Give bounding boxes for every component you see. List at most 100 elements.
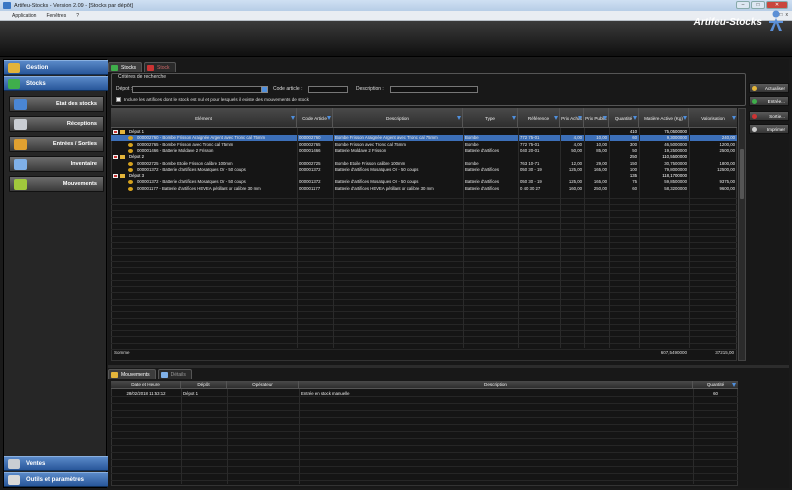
maximize-button[interactable]: □ <box>751 1 765 9</box>
cell-description: Bombe Frisson avec Tronc cal 75mm <box>335 141 406 147</box>
table-group-row[interactable]: Dépot 3 135 118,1700000 <box>111 173 737 179</box>
filter-icon[interactable] <box>327 116 331 120</box>
movements-icon <box>14 179 27 190</box>
col-valorisation[interactable]: Valorisation <box>689 108 737 128</box>
menu-bar: Application Fenêtres ? <box>0 11 792 21</box>
filter-icon[interactable] <box>457 116 461 120</box>
sidebar-section-outils[interactable]: Outils et paramètres <box>4 472 108 487</box>
close-button[interactable]: ✕ <box>766 1 788 9</box>
sidebar-item-entrees-sorties[interactable]: Entrées / Sorties <box>9 136 104 152</box>
sidebar-section-stocks[interactable]: Stocks <box>4 76 108 91</box>
depot-field[interactable] <box>132 86 262 93</box>
table-row[interactable]: 000002765 - Bombe Frisson avec Tronc cal… <box>111 142 737 148</box>
table-group-row[interactable]: Dépot 2 250 110,5500000 <box>111 154 737 160</box>
col-quantite[interactable]: Quantité <box>693 381 738 389</box>
table-row[interactable]: 000001372 - Batterie d'artifices Mosaïqu… <box>111 167 737 173</box>
row-gridline <box>111 417 738 418</box>
cell-valorisation: 9600,00 <box>719 185 735 191</box>
filter-icon[interactable] <box>554 116 558 120</box>
col-label: Référence <box>527 115 550 121</box>
filter-icon[interactable] <box>633 116 637 120</box>
tab-mouvements[interactable]: Mouvements <box>108 369 156 379</box>
cell-prix-public: 29,00 <box>596 160 607 166</box>
col-operateur[interactable]: Opérateur <box>227 381 299 389</box>
sidebar-section-gestion[interactable]: Gestion <box>4 60 108 75</box>
col-description[interactable]: Description <box>299 381 693 389</box>
include-zero-stock-checkbox[interactable] <box>116 97 121 102</box>
sidebar-item-receptions[interactable]: Réceptions <box>9 116 104 132</box>
cell-code-article: 000002760 <box>299 135 321 141</box>
row-gridline <box>111 431 738 432</box>
code-article-field[interactable] <box>308 86 348 93</box>
sidebar-item-inventaire[interactable]: Inventaire <box>9 156 104 172</box>
filter-icon[interactable] <box>732 116 736 120</box>
cell-reference: 0 40 30 27 <box>520 185 541 191</box>
minimize-button[interactable]: – <box>736 1 750 9</box>
mdi-close-button[interactable]: x <box>786 12 789 18</box>
cell-description <box>333 154 463 160</box>
table-row[interactable]: 000001466 - Batterie Moldave 2 Frisson 00… <box>111 148 737 154</box>
col-depot[interactable]: Dépôt <box>181 381 227 389</box>
depot-icon <box>120 174 125 179</box>
actualiser-button[interactable]: Actualiser <box>749 83 789 93</box>
collapse-group-icon[interactable] <box>113 174 118 179</box>
col-description[interactable]: Description <box>333 108 463 128</box>
col-element[interactable]: Elément <box>111 108 297 128</box>
sidebar-item-label: Mouvements <box>62 181 97 187</box>
table-row[interactable]: 000002725 - Bombe Etoile Frisson calibre… <box>111 161 737 167</box>
cell-matiere-active: 30,7500000 <box>664 160 687 166</box>
button-label: Entrée... <box>767 98 785 104</box>
menu-application[interactable]: Application <box>12 13 36 19</box>
sortie-button[interactable]: Sortie... <box>749 111 789 121</box>
filter-icon[interactable] <box>683 116 687 120</box>
tab-stocks[interactable]: Stocks <box>108 62 143 72</box>
sidebar-item-mouvements[interactable]: Mouvements <box>9 176 104 192</box>
col-prix-achat[interactable]: Prix Achat <box>560 108 584 128</box>
col-prix-public[interactable]: Prix Public <box>584 108 609 128</box>
entree-button[interactable]: Entrée... <box>749 96 789 106</box>
sidebar-section-ventes[interactable]: Ventes <box>4 456 108 471</box>
collapse-group-icon[interactable] <box>113 130 118 134</box>
col-type[interactable]: Type <box>463 108 518 128</box>
col-label: Dépôt <box>197 382 210 387</box>
tab-details[interactable]: Détails <box>157 369 192 379</box>
filter-icon[interactable] <box>512 116 516 120</box>
sidebar-item-etat-des-stocks[interactable]: Etat des stocks <box>9 96 104 112</box>
col-matiere-active[interactable]: Matière Active (Kg) <box>639 108 689 128</box>
cell-code-article: 000001372 <box>299 179 321 185</box>
cell-description <box>333 129 463 135</box>
cell-prix-achat: 4,00 <box>573 141 582 147</box>
scrollbar-thumb[interactable] <box>740 149 744 199</box>
filter-icon[interactable] <box>578 116 582 120</box>
cell-quantite: 150 <box>629 160 637 166</box>
row-gridline <box>111 241 737 243</box>
collapse-group-icon[interactable] <box>113 155 118 160</box>
description-field[interactable] <box>390 86 478 93</box>
row-gridline <box>111 304 737 306</box>
col-label: Description <box>484 382 507 387</box>
row-gridline <box>111 466 738 467</box>
table-row[interactable]: 000001372 - Batterie d'artifices Mosaïqu… <box>111 179 737 185</box>
cell-valorisation <box>689 154 737 160</box>
sales-icon <box>8 459 20 469</box>
col-code-article[interactable]: Code Article <box>297 108 333 128</box>
filter-icon[interactable] <box>603 116 607 120</box>
imprimer-button[interactable]: Imprimer <box>749 124 789 134</box>
filter-icon[interactable] <box>291 116 295 120</box>
column-gridline <box>609 128 610 348</box>
filter-icon[interactable] <box>732 383 736 387</box>
col-quantite[interactable]: Quantité <box>609 108 639 128</box>
cell-prix-achat: 125,00 <box>568 179 582 185</box>
cell-prix-public: 10,00 <box>596 135 607 141</box>
table-row[interactable]: 000002760 - Bombe Frisson Araignée Argen… <box>111 135 737 142</box>
menu-help[interactable]: ? <box>76 13 79 19</box>
col-reference[interactable]: Référence <box>518 108 560 128</box>
depot-dropdown-icon[interactable] <box>261 86 268 93</box>
tab-stock[interactable]: Stock <box>144 62 176 72</box>
table-row[interactable]: 000001177 - Batterie d'artifices HEVEA p… <box>111 186 737 192</box>
cell-prix-public <box>584 173 609 179</box>
col-date-heure[interactable]: Date et Heure <box>111 381 181 389</box>
table-group-row[interactable]: Dépot 1 410 75,0500000 <box>111 129 737 135</box>
table-scrollbar[interactable] <box>738 108 746 361</box>
menu-fenetres[interactable]: Fenêtres <box>46 13 66 19</box>
